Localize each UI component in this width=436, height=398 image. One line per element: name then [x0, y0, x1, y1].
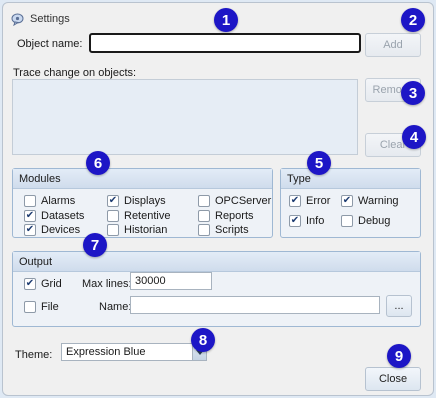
checkbox-box[interactable]: ✔: [289, 195, 301, 207]
max-lines-input[interactable]: 30000: [130, 272, 212, 290]
theme-value[interactable]: Expression Blue: [61, 343, 193, 361]
annotation-badge-3: 3: [401, 81, 425, 105]
title-bar: Settings: [11, 11, 70, 27]
type-warning-checkbox[interactable]: ✔ Warning: [341, 195, 399, 207]
checkbox-box[interactable]: ✔: [107, 195, 119, 207]
output-grid-checkbox[interactable]: ✔ Grid: [24, 278, 62, 290]
max-lines-label: Max lines:: [82, 278, 132, 290]
module-alarms-checkbox[interactable]: Alarms: [24, 195, 75, 207]
checkbox-label: File: [41, 301, 59, 313]
module-datasets-checkbox[interactable]: ✔ Datasets: [24, 210, 84, 222]
checkbox-label: Info: [306, 215, 325, 227]
checkbox-box[interactable]: [341, 215, 353, 227]
object-name-label: Object name:: [17, 38, 83, 50]
checkbox-box[interactable]: [24, 195, 36, 207]
checkbox-label: Reports: [215, 210, 254, 222]
checkbox-box[interactable]: [107, 224, 119, 236]
trace-label: Trace change on objects:: [13, 67, 137, 79]
checkbox-label: Datasets: [41, 210, 85, 222]
checkbox-box[interactable]: ✔: [24, 278, 36, 290]
annotation-badge-6: 6: [86, 151, 110, 175]
close-button[interactable]: Close: [365, 367, 421, 391]
module-scripts-checkbox[interactable]: Scripts: [198, 224, 249, 236]
checkbox-box[interactable]: ✔: [341, 195, 353, 207]
type-error-checkbox[interactable]: ✔ Error: [289, 195, 330, 207]
annotation-badge-8: 8: [191, 328, 215, 352]
module-opcserver-checkbox[interactable]: OPCServer: [198, 195, 271, 207]
module-historian-checkbox[interactable]: Historian: [107, 224, 167, 236]
window-title: Settings: [30, 13, 70, 25]
theme-label: Theme:: [15, 349, 53, 361]
checkbox-box[interactable]: ✔: [289, 215, 301, 227]
type-group-header: Type: [281, 169, 420, 189]
output-group-header: Output: [13, 252, 420, 272]
checkbox-box[interactable]: ✔: [24, 224, 36, 236]
checkbox-box[interactable]: [198, 224, 210, 236]
module-displays-checkbox[interactable]: ✔ Displays: [107, 195, 166, 207]
checkbox-label: Displays: [124, 195, 166, 207]
theme-select[interactable]: Expression Blue: [61, 343, 207, 361]
checkbox-label: Devices: [41, 224, 81, 236]
checkbox-box[interactable]: [107, 210, 119, 222]
checkbox-label: Grid: [41, 278, 62, 290]
checkbox-label: Retentive: [124, 210, 171, 222]
checkbox-label: Debug: [358, 215, 391, 227]
output-group: Output: [12, 251, 421, 327]
object-name-input[interactable]: [89, 33, 361, 53]
checkbox-box[interactable]: [198, 210, 210, 222]
checkbox-label: Alarms: [41, 195, 76, 207]
checkbox-label: Scripts: [215, 224, 249, 236]
checkbox-box[interactable]: [198, 195, 210, 207]
annotation-badge-5: 5: [307, 151, 331, 175]
checkbox-box[interactable]: [24, 301, 36, 313]
file-name-input[interactable]: [130, 296, 380, 314]
checkbox-label: Historian: [124, 224, 168, 236]
output-file-checkbox[interactable]: File: [24, 301, 59, 313]
type-debug-checkbox[interactable]: Debug: [341, 215, 390, 227]
annotation-badge-1: 1: [214, 8, 238, 32]
checkbox-label: Warning: [358, 195, 399, 207]
checkbox-box[interactable]: ✔: [24, 210, 36, 222]
module-retentive-checkbox[interactable]: Retentive: [107, 210, 170, 222]
type-info-checkbox[interactable]: ✔ Info: [289, 215, 324, 227]
settings-app-icon: [11, 13, 24, 26]
annotation-badge-9: 9: [387, 344, 411, 368]
checkbox-label: OPCServer: [215, 195, 272, 207]
trace-object-list[interactable]: [12, 79, 358, 155]
modules-group-header: Modules: [13, 169, 272, 189]
add-button[interactable]: Add: [365, 33, 421, 57]
annotation-badge-4: 4: [402, 125, 426, 149]
browse-button[interactable]: ...: [386, 295, 412, 317]
module-devices-checkbox[interactable]: ✔ Devices: [24, 224, 80, 236]
file-name-label: Name:: [99, 301, 132, 313]
annotation-badge-2: 2: [401, 8, 425, 32]
annotation-badge-7: 7: [83, 233, 107, 257]
module-reports-checkbox[interactable]: Reports: [198, 210, 254, 222]
settings-window: Settings Object name: Add Trace change o…: [2, 2, 434, 396]
checkbox-label: Error: [306, 195, 331, 207]
